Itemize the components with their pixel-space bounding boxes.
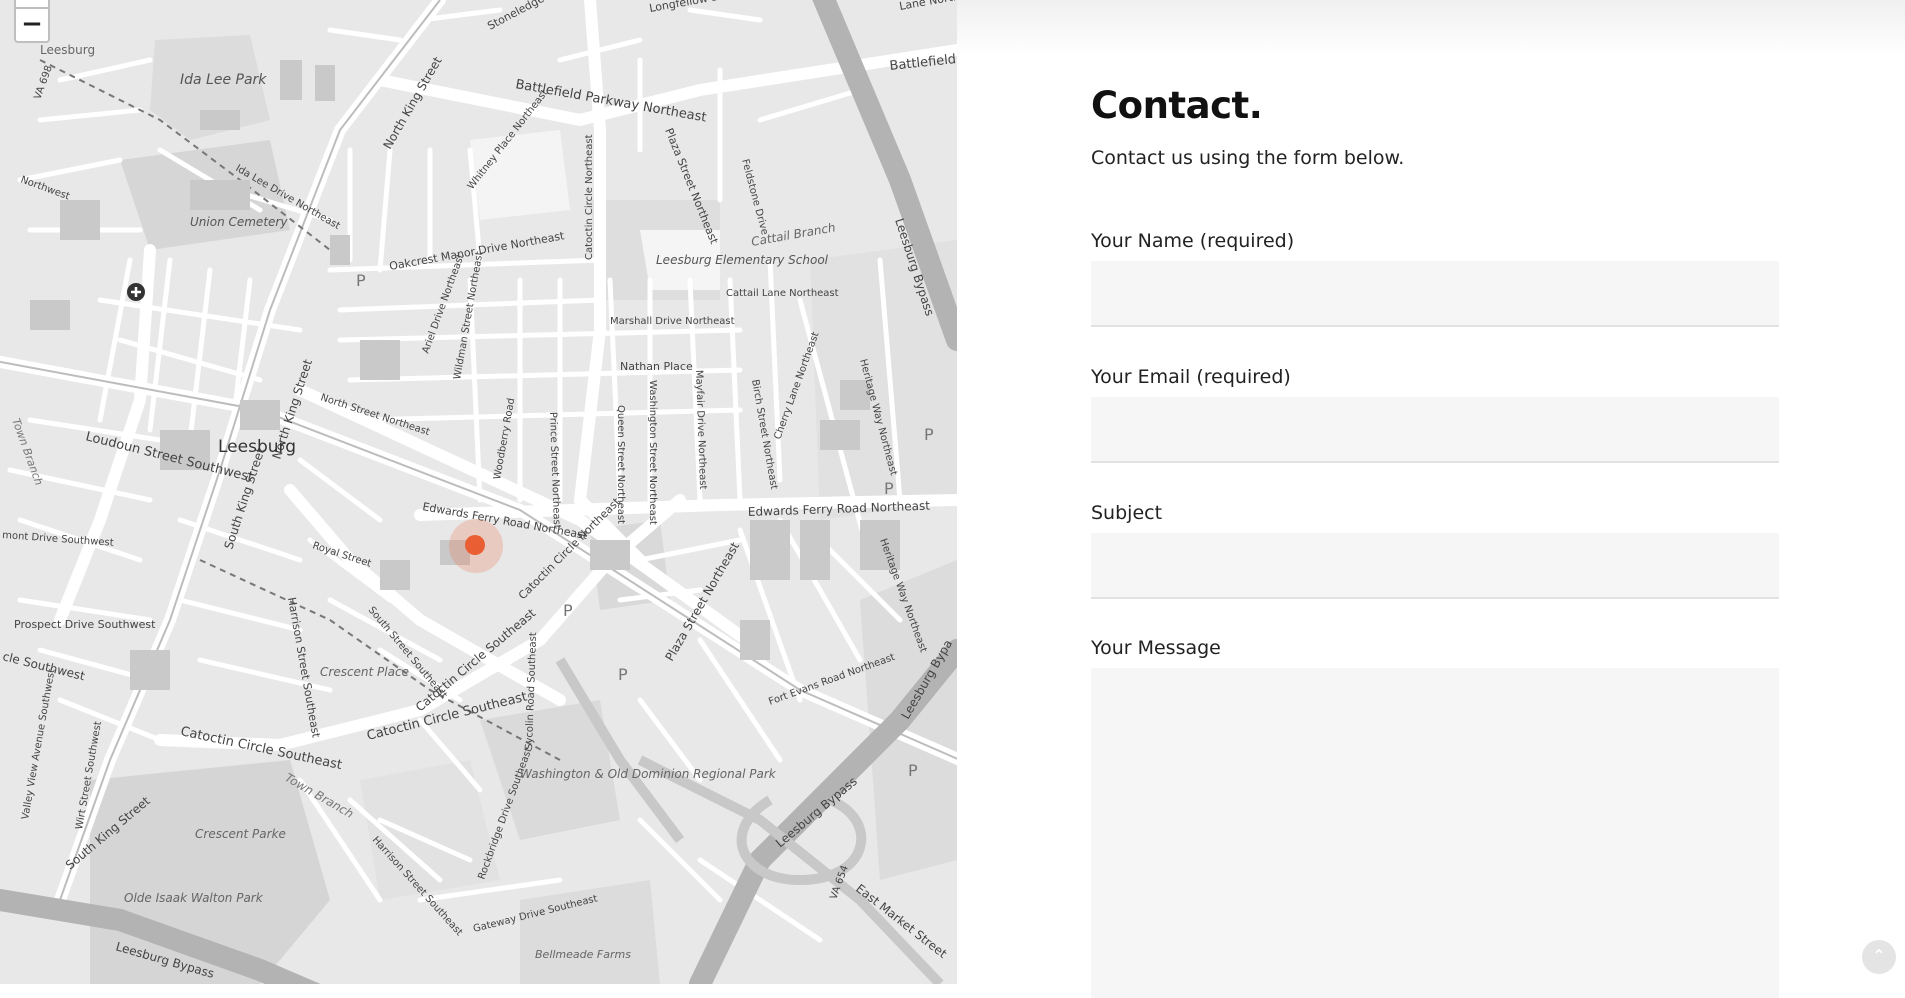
header-shadow — [957, 0, 1905, 56]
map-view[interactable]: Stoneledge Place Northeast Longfellow Dr… — [0, 0, 957, 984]
map-label: Crescent Place — [320, 665, 409, 679]
map-label: Olde Isaak Walton Park — [124, 891, 264, 905]
map-label: Leesburg — [40, 43, 95, 57]
map-label: Nathan Place — [620, 360, 693, 373]
page-title: Contact. — [1091, 84, 1263, 127]
zoom-out-button[interactable]: − — [14, 9, 50, 43]
chevron-up-icon: ⌃ — [1872, 946, 1886, 965]
parking-marker: P — [884, 479, 894, 498]
message-label: Your Message — [1091, 637, 1221, 659]
name-label: Your Name (required) — [1091, 230, 1295, 252]
email-input[interactable] — [1091, 397, 1779, 463]
location-pin-icon[interactable] — [465, 535, 485, 555]
map-label: Ida Lee Park — [180, 72, 267, 88]
zoom-in-button[interactable] — [14, 0, 50, 9]
contact-panel: Contact. Contact us using the form below… — [957, 0, 1905, 998]
map-label: Leesburg Elementary School — [656, 253, 829, 267]
email-label: Your Email (required) — [1091, 366, 1291, 388]
subject-label: Subject — [1091, 502, 1163, 524]
parking-marker: P — [356, 271, 366, 290]
back-to-top-button[interactable]: ⌃ — [1862, 940, 1896, 974]
map-label: Cattail Lane Northeast — [726, 288, 839, 299]
intro-text: Contact us using the form below. — [1091, 147, 1405, 169]
map-label: Washington Street Northeast — [647, 380, 658, 525]
message-textarea[interactable] — [1091, 668, 1779, 998]
map-label: Washington & Old Dominion Regional Park — [520, 767, 777, 781]
parking-marker: P — [618, 665, 628, 684]
subject-input[interactable] — [1091, 533, 1779, 599]
map-label: Crescent Parke — [195, 827, 286, 841]
map-label: Prospect Drive Southwest — [14, 618, 156, 631]
name-input[interactable] — [1091, 261, 1779, 327]
map-label: Union Cemetery — [190, 215, 288, 229]
map-label: Marshall Drive Northeast — [610, 316, 735, 327]
parking-marker: P — [563, 601, 573, 620]
map-label: Catoctin Circle Northeast — [584, 134, 595, 260]
parking-marker: P — [908, 761, 918, 780]
map-tiles: Stoneledge Place Northeast Longfellow Dr… — [0, 0, 957, 984]
map-label: Bellmeade Farms — [535, 948, 631, 961]
parking-marker: P — [924, 425, 934, 444]
